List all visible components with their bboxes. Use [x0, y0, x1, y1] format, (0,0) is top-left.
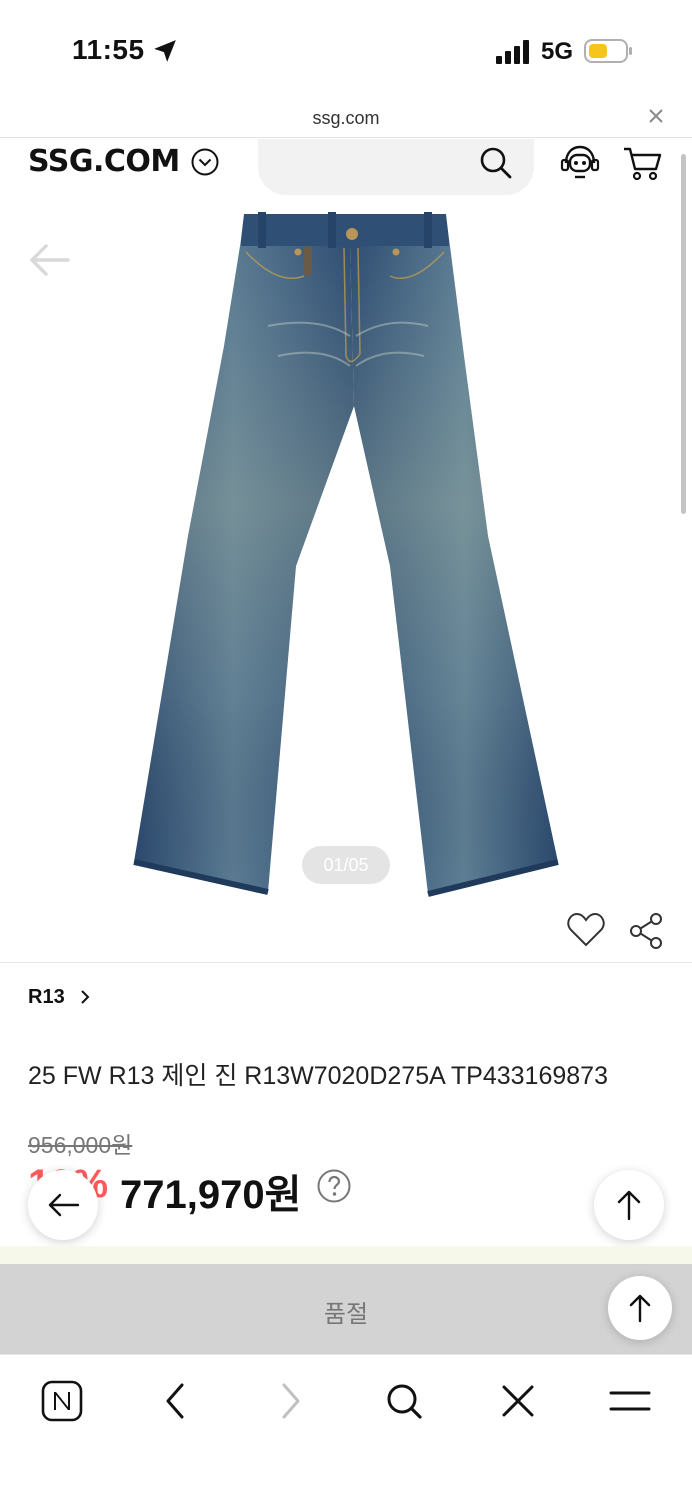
- page-scrollbar[interactable]: [681, 154, 686, 514]
- site-header: SSG.COM: [0, 139, 692, 199]
- soldout-bar[interactable]: 품절: [0, 1264, 692, 1354]
- arrow-up-icon: [629, 1294, 651, 1323]
- chevron-down-icon[interactable]: [190, 147, 220, 177]
- customer-service-icon[interactable]: [558, 141, 602, 185]
- search-input[interactable]: [258, 139, 534, 195]
- arrow-left-icon[interactable]: [26, 240, 72, 280]
- chevron-right-icon[interactable]: [78, 988, 92, 1006]
- product-image[interactable]: [128, 206, 564, 898]
- cart-icon[interactable]: [620, 143, 664, 183]
- page-indicator: 01/05: [302, 846, 390, 884]
- product-gallery[interactable]: 01/05: [0, 200, 692, 900]
- help-icon[interactable]: [316, 1168, 352, 1204]
- close-tab-icon[interactable]: [496, 1379, 540, 1423]
- browser-toolbar: [0, 1354, 692, 1500]
- url-text[interactable]: ssg.com: [0, 108, 692, 129]
- scroll-top-button[interactable]: [594, 1170, 664, 1240]
- search-icon[interactable]: [478, 145, 514, 181]
- divider: [0, 962, 692, 963]
- status-time: 11:55: [72, 34, 145, 65]
- naver-icon[interactable]: [40, 1379, 84, 1423]
- location-arrow-icon: [154, 40, 176, 62]
- brand-link[interactable]: R13: [28, 986, 65, 1009]
- product-title: 25 FW R13 제인 진 R13W7020D275A TP433169873: [28, 1062, 608, 1090]
- float-back-button[interactable]: [28, 1170, 98, 1240]
- forward-icon[interactable]: [268, 1379, 312, 1423]
- scroll-top-button-secondary[interactable]: [608, 1276, 672, 1340]
- search-icon[interactable]: [382, 1379, 426, 1423]
- soldout-label: 품절: [323, 1301, 369, 1328]
- arrow-up-icon: [617, 1190, 641, 1221]
- ssg-logo[interactable]: SSG.COM: [28, 144, 180, 179]
- status-bar: 11:55 5G: [0, 0, 692, 100]
- battery-icon: [584, 39, 632, 63]
- network-type: 5G: [541, 38, 574, 65]
- arrow-left-icon: [48, 1193, 80, 1217]
- promo-strip: [0, 1246, 692, 1264]
- sale-price: 771,970원: [120, 1173, 302, 1217]
- original-price: 956,000원: [28, 1132, 133, 1158]
- back-icon[interactable]: [154, 1379, 198, 1423]
- url-bar[interactable]: ssg.com: [0, 100, 692, 138]
- heart-icon[interactable]: [566, 912, 606, 948]
- menu-icon[interactable]: [608, 1379, 652, 1423]
- close-icon[interactable]: [646, 106, 666, 126]
- signal-icon: [496, 40, 529, 64]
- share-icon[interactable]: [628, 912, 664, 950]
